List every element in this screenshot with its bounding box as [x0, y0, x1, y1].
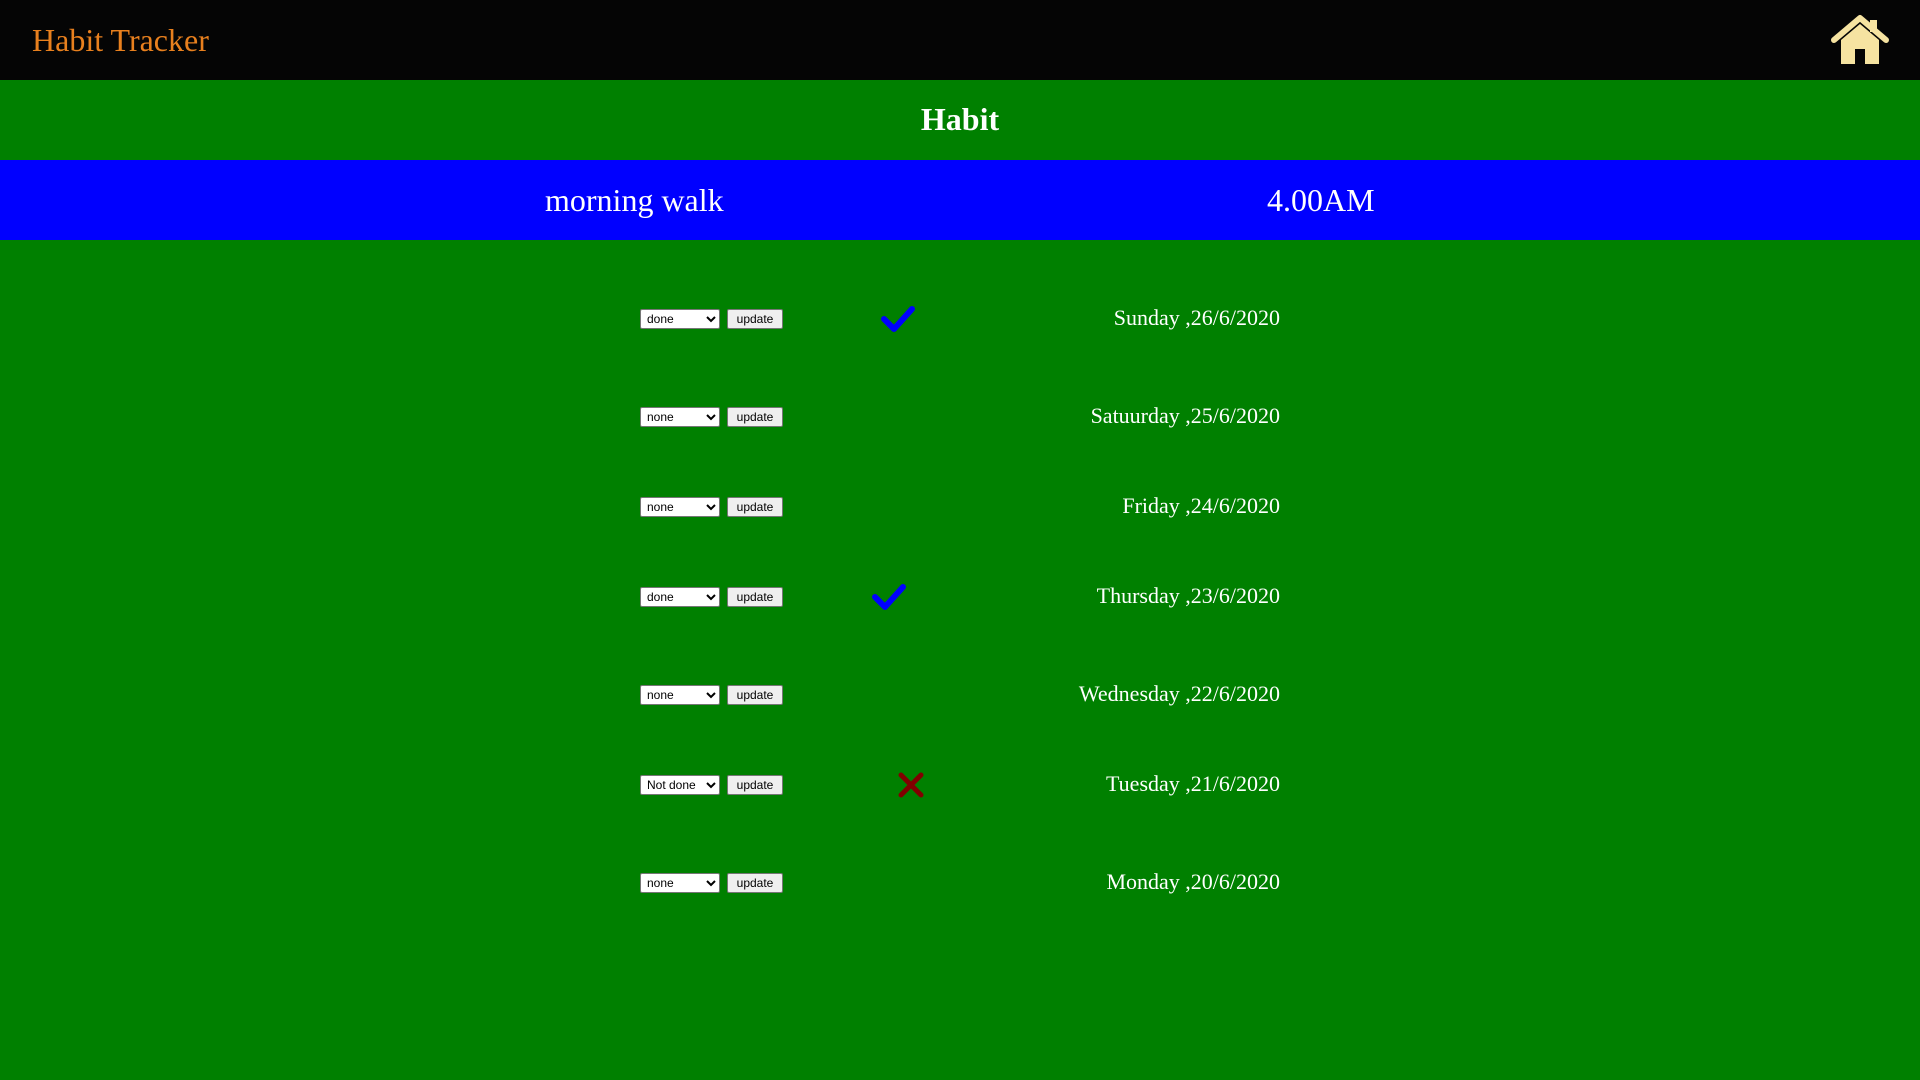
status-select[interactable]: nonedoneNot done: [640, 497, 720, 517]
update-button[interactable]: update: [727, 685, 783, 705]
check-icon: [881, 306, 915, 332]
day-date: Sunday ,26/6/2020: [1113, 305, 1280, 330]
day-date: Monday ,20/6/2020: [1106, 869, 1280, 894]
day-row: nonedoneNot done update Satuurday ,25/6/…: [0, 397, 1920, 437]
habit-banner: morning walk 4.00AM: [0, 160, 1920, 240]
day-row: nonedoneNot done update Monday ,20/6/202…: [0, 863, 1920, 903]
brand-title[interactable]: Habit Tracker: [32, 22, 209, 58]
day-row: nonedoneNot done update Sunday ,26/6/202…: [0, 299, 1920, 339]
status-select[interactable]: nonedoneNot done: [640, 685, 720, 705]
cross-icon: [898, 772, 924, 798]
day-date: Thursday ,23/6/2020: [1096, 583, 1280, 608]
status-select[interactable]: nonedoneNot done: [640, 873, 720, 893]
day-date: Satuurday ,25/6/2020: [1090, 403, 1280, 428]
home-button[interactable]: [1830, 14, 1890, 66]
day-row: nonedoneNot done update Thursday ,23/6/2…: [0, 577, 1920, 617]
day-date: Wednesday ,22/6/2020: [1078, 681, 1280, 706]
status-select[interactable]: nonedoneNot done: [640, 407, 720, 427]
update-button[interactable]: update: [727, 587, 783, 607]
update-button[interactable]: update: [727, 775, 783, 795]
status-select[interactable]: nonedoneNot done: [640, 309, 720, 329]
home-icon: [1831, 15, 1889, 64]
top-navbar: Habit Tracker: [0, 0, 1920, 80]
day-row: nonedoneNot done update Friday ,24/6/202…: [0, 487, 1920, 527]
status-select[interactable]: nonedoneNot done: [640, 775, 720, 795]
update-button[interactable]: update: [727, 309, 783, 329]
day-date: Tuesday ,21/6/2020: [1106, 771, 1280, 796]
update-button[interactable]: update: [727, 497, 783, 517]
update-button[interactable]: update: [727, 873, 783, 893]
update-button[interactable]: update: [727, 407, 783, 427]
check-icon: [872, 584, 906, 610]
page-title: Habit: [920, 101, 1000, 137]
habit-name: morning walk: [545, 182, 724, 218]
day-date: Friday ,24/6/2020: [1122, 493, 1280, 518]
day-row: nonedoneNot done update Wednesday ,22/6/…: [0, 675, 1920, 715]
habit-time: 4.00AM: [1267, 182, 1375, 218]
status-select[interactable]: nonedoneNot done: [640, 587, 720, 607]
day-row: nonedoneNot done update Tuesday ,21/6/20…: [0, 765, 1920, 805]
